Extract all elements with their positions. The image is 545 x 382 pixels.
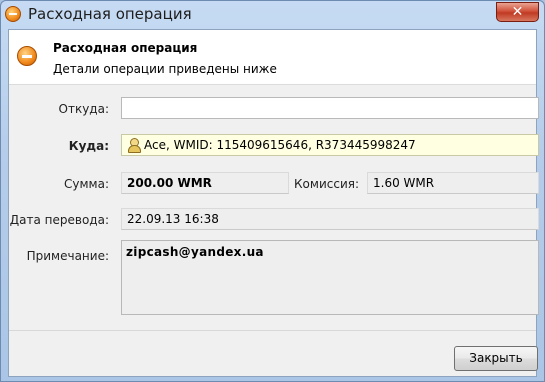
footer-divider bbox=[9, 330, 536, 331]
dialog-content: Расходная операция Детали операции приве… bbox=[8, 29, 539, 377]
close-button[interactable]: Закрыть bbox=[454, 346, 538, 371]
from-label: Откуда: bbox=[58, 102, 109, 116]
window-close-button[interactable]: ✕ bbox=[496, 2, 539, 22]
header-title: Расходная операция bbox=[53, 41, 198, 55]
commission-label: Комиссия: bbox=[294, 177, 359, 191]
to-value: Ace, WMID: 115409615646, R373445998247 bbox=[144, 138, 416, 152]
minus-circle-icon bbox=[17, 46, 37, 66]
note-field[interactable]: zipcash@yandex.ua bbox=[121, 240, 539, 315]
dialog-window: Расходная операция ✕ Расходная операция … bbox=[0, 0, 545, 382]
dialog-header: Расходная операция Детали операции приве… bbox=[9, 30, 536, 85]
date-label: Дата перевода: bbox=[9, 213, 109, 227]
note-label: Примечание: bbox=[26, 249, 109, 263]
minus-circle-icon bbox=[5, 6, 21, 22]
window-title: Расходная операция bbox=[28, 5, 192, 23]
date-field[interactable]: 22.09.13 16:38 bbox=[121, 208, 539, 230]
title-bar[interactable]: Расходная операция ✕ bbox=[1, 1, 544, 29]
header-subtitle: Детали операции приведены ниже bbox=[53, 62, 277, 76]
user-icon bbox=[127, 138, 141, 153]
to-field[interactable]: Ace, WMID: 115409615646, R373445998247 bbox=[121, 134, 539, 156]
close-icon: ✕ bbox=[511, 4, 524, 20]
commission-field[interactable]: 1.60 WMR bbox=[367, 172, 539, 194]
to-label: Куда: bbox=[68, 139, 109, 153]
amount-field[interactable]: 200.00 WMR bbox=[121, 172, 289, 194]
amount-label: Сумма: bbox=[64, 177, 109, 191]
from-field[interactable] bbox=[121, 97, 539, 119]
